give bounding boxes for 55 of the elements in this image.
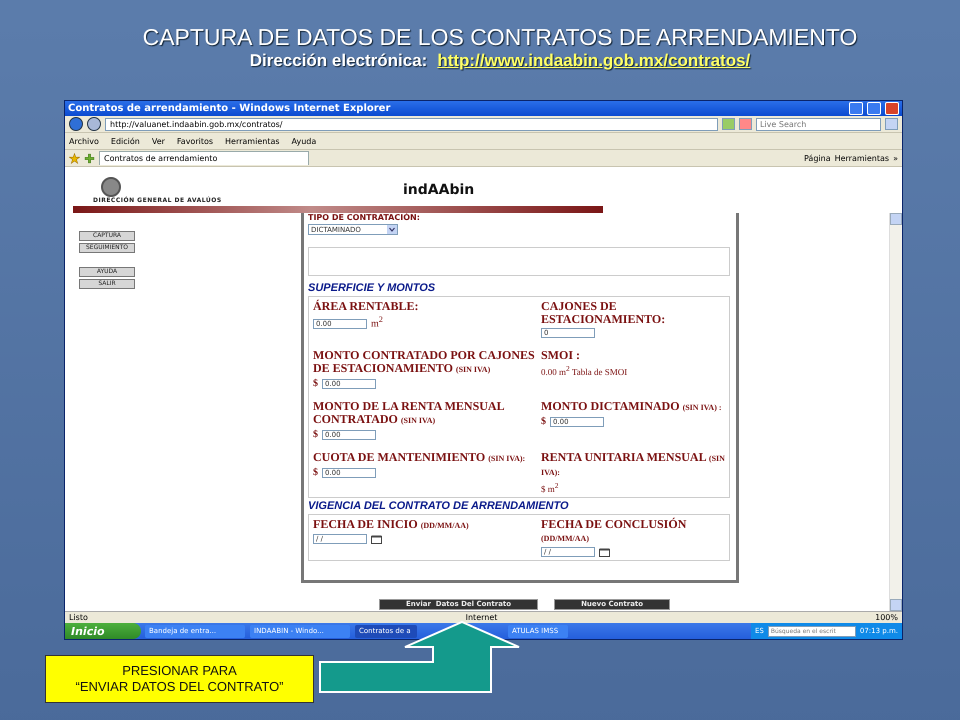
subtitle-label: Dirección electrónica: [250, 51, 428, 71]
unit-label: m$^{2}$ [371, 315, 383, 330]
menu-item[interactable]: Ver [152, 136, 165, 146]
status-text: Listo [69, 613, 88, 622]
star-icon[interactable] [69, 152, 80, 164]
address-field[interactable]: http://valuanet.indaabin.gob.mx/contratos/ [105, 118, 718, 130]
zone-text: Internet [466, 613, 498, 622]
currency-sign: $ [313, 467, 318, 478]
field-label: SMOI : [541, 349, 581, 362]
browser-tab[interactable]: Contratos de arrendamiento [99, 151, 309, 165]
window-title: Contratos de arrendamiento - Windows Internet Explorer [68, 103, 392, 114]
back-button[interactable] [69, 117, 83, 131]
callout-text: PRESIONAR PARA [122, 663, 237, 679]
menu-item[interactable]: Herramientas [225, 136, 280, 146]
menu-item[interactable]: Ayuda [292, 136, 316, 146]
field-label: RENTA UNITARIA MENSUAL (SIN IVA): [541, 451, 725, 479]
more-button[interactable]: » [893, 154, 898, 162]
field-label: MONTO DE LA RENTA MENSUAL CONTRATADO (SIN IVA) [313, 400, 506, 427]
value-text: 0.00 m$^{2}$ Tabla de SMOI [541, 364, 628, 377]
field-label: FECHA DE INICIO (DD/MM/AA) [313, 518, 470, 532]
field-label: CUOTA DE MANTENIMIENTO (SIN IVA): [313, 451, 526, 465]
logo: indAAbin [403, 182, 474, 198]
toolbar-button[interactable]: Página [804, 154, 831, 162]
add-favorite-icon[interactable] [84, 152, 95, 164]
field-label: CAJONES DE ESTACIONAMIENTO: [541, 300, 666, 326]
caret-icon [387, 225, 397, 234]
forward-button[interactable] [87, 117, 101, 131]
zoom-control[interactable]: 100% [875, 613, 898, 622]
calendar-icon[interactable] [371, 535, 382, 544]
field-label: TIPO DE CONTRATACIÓN: [308, 213, 421, 222]
section-heading: SUPERFICIE Y MONTOS [308, 282, 436, 294]
close-button[interactable] [885, 102, 899, 115]
currency-sign: $ [541, 416, 546, 427]
value-text: $ m$^{2}$ [541, 481, 559, 494]
currency-sign: $ [313, 429, 318, 440]
seal-icon [101, 177, 121, 197]
scrollbar[interactable] [889, 213, 902, 611]
callout-text: “ENVIAR DATOS DEL CONTRATO” [75, 679, 284, 695]
subtitle-link[interactable]: http://www.indaabin.gob.mx/contratos/ [437, 51, 750, 71]
maximize-button[interactable] [867, 102, 881, 115]
toolbar-button[interactable]: Herramientas [834, 154, 890, 162]
calendar-icon[interactable] [599, 548, 610, 557]
field-label: MONTO CONTRATADO POR CAJONES DE ESTACIONAMIENTO (SIN IVA) [313, 349, 535, 376]
section-heading: VIGENCIA DEL CONTRATO DE ARRENDAMIENTO [308, 500, 570, 512]
menu-item[interactable]: Archivo [69, 136, 99, 146]
search-field[interactable]: Live Search [756, 118, 881, 130]
menu-item[interactable]: Favoritos [176, 136, 214, 146]
slide-title: CAPTURA DE DATOS DE LOS CONTRATOS DE ARRENDAMIENTO [142, 24, 858, 51]
menu-item[interactable]: Edición [110, 136, 140, 146]
currency-sign: $ [313, 378, 318, 389]
field-label: MONTO DICTAMINADO (SIN IVA) : [541, 400, 723, 414]
minimize-button[interactable] [849, 102, 863, 115]
start-button[interactable]: Inicio [65, 623, 141, 639]
field-label: ÁREA RENTABLE: [313, 300, 420, 313]
field-label: FECHA DE CONCLUSIÓN (DD/MM/AA) [541, 518, 688, 545]
